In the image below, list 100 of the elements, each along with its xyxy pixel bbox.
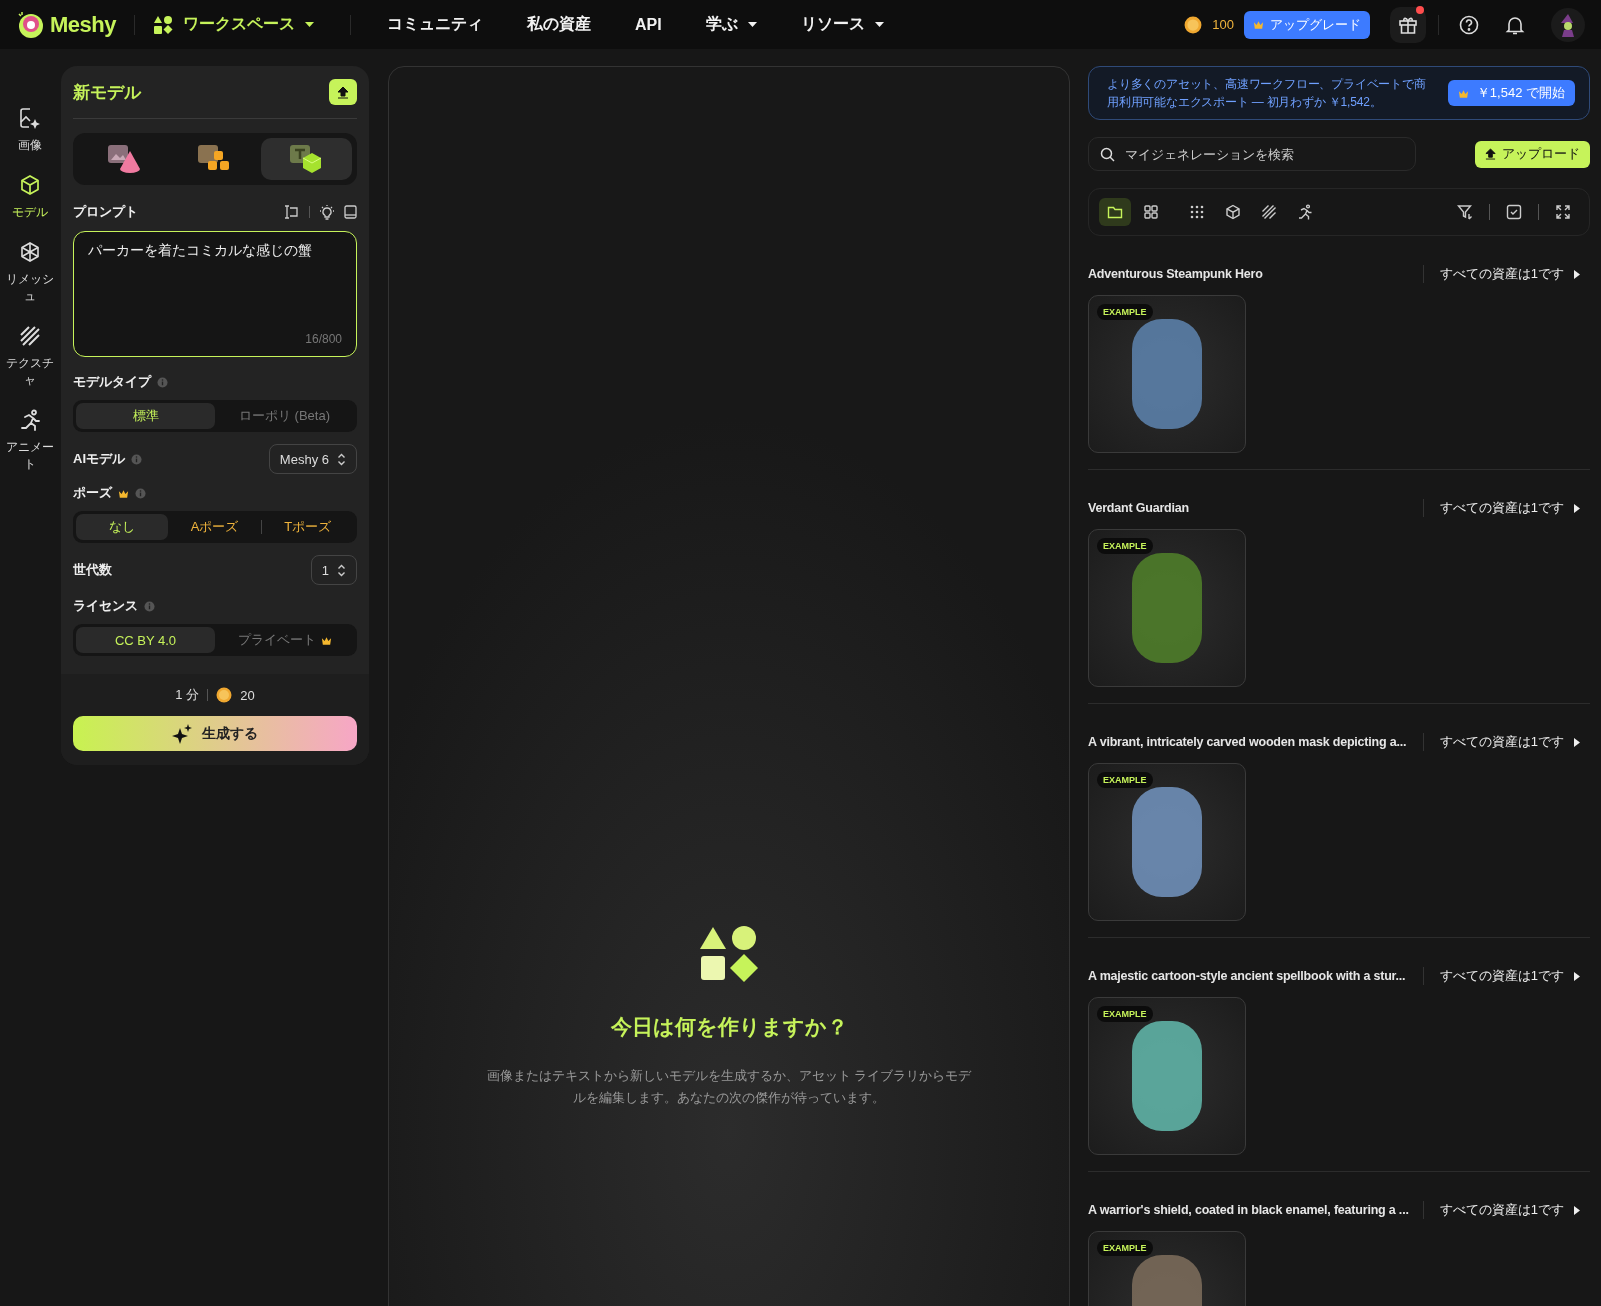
nav-link[interactable]: コミュニティ: [369, 8, 501, 41]
caret-icon: [305, 21, 314, 28]
generate-button[interactable]: 生成する: [73, 716, 357, 751]
sidebar-item[interactable]: リメッシュ: [2, 241, 58, 305]
option-tab[interactable]: 標準: [76, 403, 215, 429]
nav-link[interactable]: リソース: [782, 8, 902, 41]
upload-button[interactable]: [329, 79, 357, 105]
avatar[interactable]: [1551, 7, 1585, 42]
sidebar-item[interactable]: テクスチャ: [2, 325, 58, 389]
image-cone-icon: [105, 143, 142, 175]
panel-title: 新モデル: [73, 81, 141, 104]
option-tab[interactable]: Aポーズ: [168, 514, 261, 540]
caret-right-icon: [1574, 1205, 1580, 1215]
field-label: モデルタイプ: [73, 373, 151, 391]
text-cursor-icon[interactable]: [283, 205, 299, 219]
sparkle-icon: [172, 723, 192, 744]
upload-icon: [1485, 148, 1496, 160]
model-thumbnail[interactable]: EXAMPLE: [1088, 295, 1246, 453]
model-select[interactable]: Meshy 6: [268, 444, 357, 474]
empty-state-description: 画像またはテキストから新しいモデルを生成するか、アセット ライブラリからモデルを編集します。あなたの次の傑作が待っています。: [485, 1067, 973, 1107]
help-icon: [1459, 14, 1479, 35]
caret-right-icon: [1574, 503, 1580, 513]
nav-link[interactable]: ワークスペース: [153, 8, 332, 41]
model-thumbnail[interactable]: EXAMPLE: [1088, 997, 1246, 1155]
all-assets-link[interactable]: すべての資産は1です: [1422, 967, 1590, 985]
sidebar-item[interactable]: 画像: [2, 107, 58, 154]
example-badge: EXAMPLE: [1097, 772, 1153, 788]
nav-link[interactable]: API: [617, 9, 680, 40]
mesh-icon: [19, 241, 41, 263]
model-thumbnail[interactable]: EXAMPLE: [1088, 1231, 1246, 1306]
field-label: プロンプト: [73, 203, 138, 221]
start-plan-button[interactable]: ￥1,542 で開始: [1447, 80, 1575, 106]
dot-grid-icon: [1189, 204, 1205, 220]
expand-icon: [1555, 204, 1571, 220]
folder-icon: [1107, 204, 1123, 220]
all-assets-link[interactable]: すべての資産は1です: [1422, 733, 1590, 751]
shapes-icon: [699, 925, 759, 983]
field-label: ライセンス: [73, 597, 138, 615]
example-badge: EXAMPLE: [1097, 538, 1153, 554]
count-stepper[interactable]: 1: [310, 555, 357, 585]
option-tab[interactable]: プライベート: [215, 627, 354, 653]
example-badge: EXAMPLE: [1097, 1240, 1153, 1256]
toolbar-button[interactable]: [1099, 198, 1131, 226]
upload-button[interactable]: アップロード: [1475, 140, 1590, 168]
example-badge: EXAMPLE: [1097, 1006, 1153, 1022]
crown-icon: [1253, 20, 1264, 29]
option-tab[interactable]: ローポリ (Beta): [215, 403, 354, 429]
credit-count: 100: [1212, 17, 1234, 32]
asset-title: Verdant Guardian: [1088, 501, 1190, 515]
caret-icon: [874, 21, 884, 28]
nav-link[interactable]: 私の資産: [509, 8, 609, 41]
chevron-updown-icon: [337, 563, 346, 577]
prompt-field[interactable]: パーカーを着たコミカルな感じの蟹 16/800: [73, 231, 357, 357]
time-estimate: 1 分: [175, 686, 200, 704]
credit-cost: 20: [240, 687, 255, 703]
caret-right-icon: [1574, 269, 1580, 279]
example-badge: EXAMPLE: [1097, 304, 1153, 320]
caret-right-icon: [1574, 737, 1580, 747]
asset-title: A vibrant, intricately carved wooden mask depicting a...: [1088, 735, 1408, 749]
coin-icon: [1184, 15, 1203, 34]
empty-state-heading: 今日は何を作りますか？: [610, 1014, 848, 1040]
cube-icon: [1225, 204, 1241, 220]
promo-text: より多くのアセット、高速ワークフロー、プライベートで商用利用可能なエクスポート — 初月わずか ￥1,542。: [1107, 76, 1427, 111]
bell-icon: [1505, 14, 1525, 35]
nav-link[interactable]: 学ぶ: [687, 8, 775, 41]
option-tab[interactable]: なし: [76, 514, 169, 540]
option-tab[interactable]: CC BY 4.0: [76, 627, 215, 653]
all-assets-link[interactable]: すべての資産は1です: [1422, 1201, 1590, 1219]
field-label: ポーズ: [73, 484, 112, 502]
upgrade-button[interactable]: アップグレード: [1244, 10, 1370, 39]
sidebar-item[interactable]: アニメート: [2, 409, 58, 473]
ai-image-icon: [19, 107, 41, 129]
book-icon[interactable]: [344, 205, 357, 219]
caret-icon: [747, 21, 757, 28]
filter-icon: [1457, 204, 1473, 220]
crown-icon: [1457, 88, 1469, 98]
prompt-text: パーカーを着たコミカルな感じの蟹: [88, 242, 313, 260]
stripes-icon: [1261, 204, 1277, 220]
caret-right-icon: [1574, 971, 1580, 981]
logo-icon: [16, 10, 46, 39]
all-assets-link[interactable]: すべての資産は1です: [1422, 499, 1590, 517]
option-tab[interactable]: Tポーズ: [261, 514, 354, 540]
cube-icon: [19, 174, 41, 196]
logo-text[interactable]: Meshy: [50, 11, 116, 38]
all-assets-link[interactable]: すべての資産は1です: [1422, 265, 1590, 283]
coin-icon: [216, 687, 233, 703]
model-thumbnail[interactable]: EXAMPLE: [1088, 763, 1246, 921]
gift-button[interactable]: [1390, 6, 1426, 43]
stripes-icon: [19, 325, 41, 347]
crown-icon: [320, 635, 332, 645]
checkbox-icon: [1506, 204, 1522, 220]
upload-icon: [337, 85, 349, 99]
grid-icon: [1143, 204, 1159, 220]
mode-tab[interactable]: [260, 138, 352, 180]
running-figure-icon: [1297, 204, 1313, 220]
lightbulb-icon[interactable]: [320, 204, 334, 220]
model-thumbnail[interactable]: EXAMPLE: [1088, 529, 1246, 687]
search-field[interactable]: マイジェネレーションを検索: [1088, 137, 1416, 171]
sidebar-item[interactable]: モデル: [2, 174, 58, 221]
asset-title: Adventurous Steampunk Hero: [1088, 267, 1264, 281]
